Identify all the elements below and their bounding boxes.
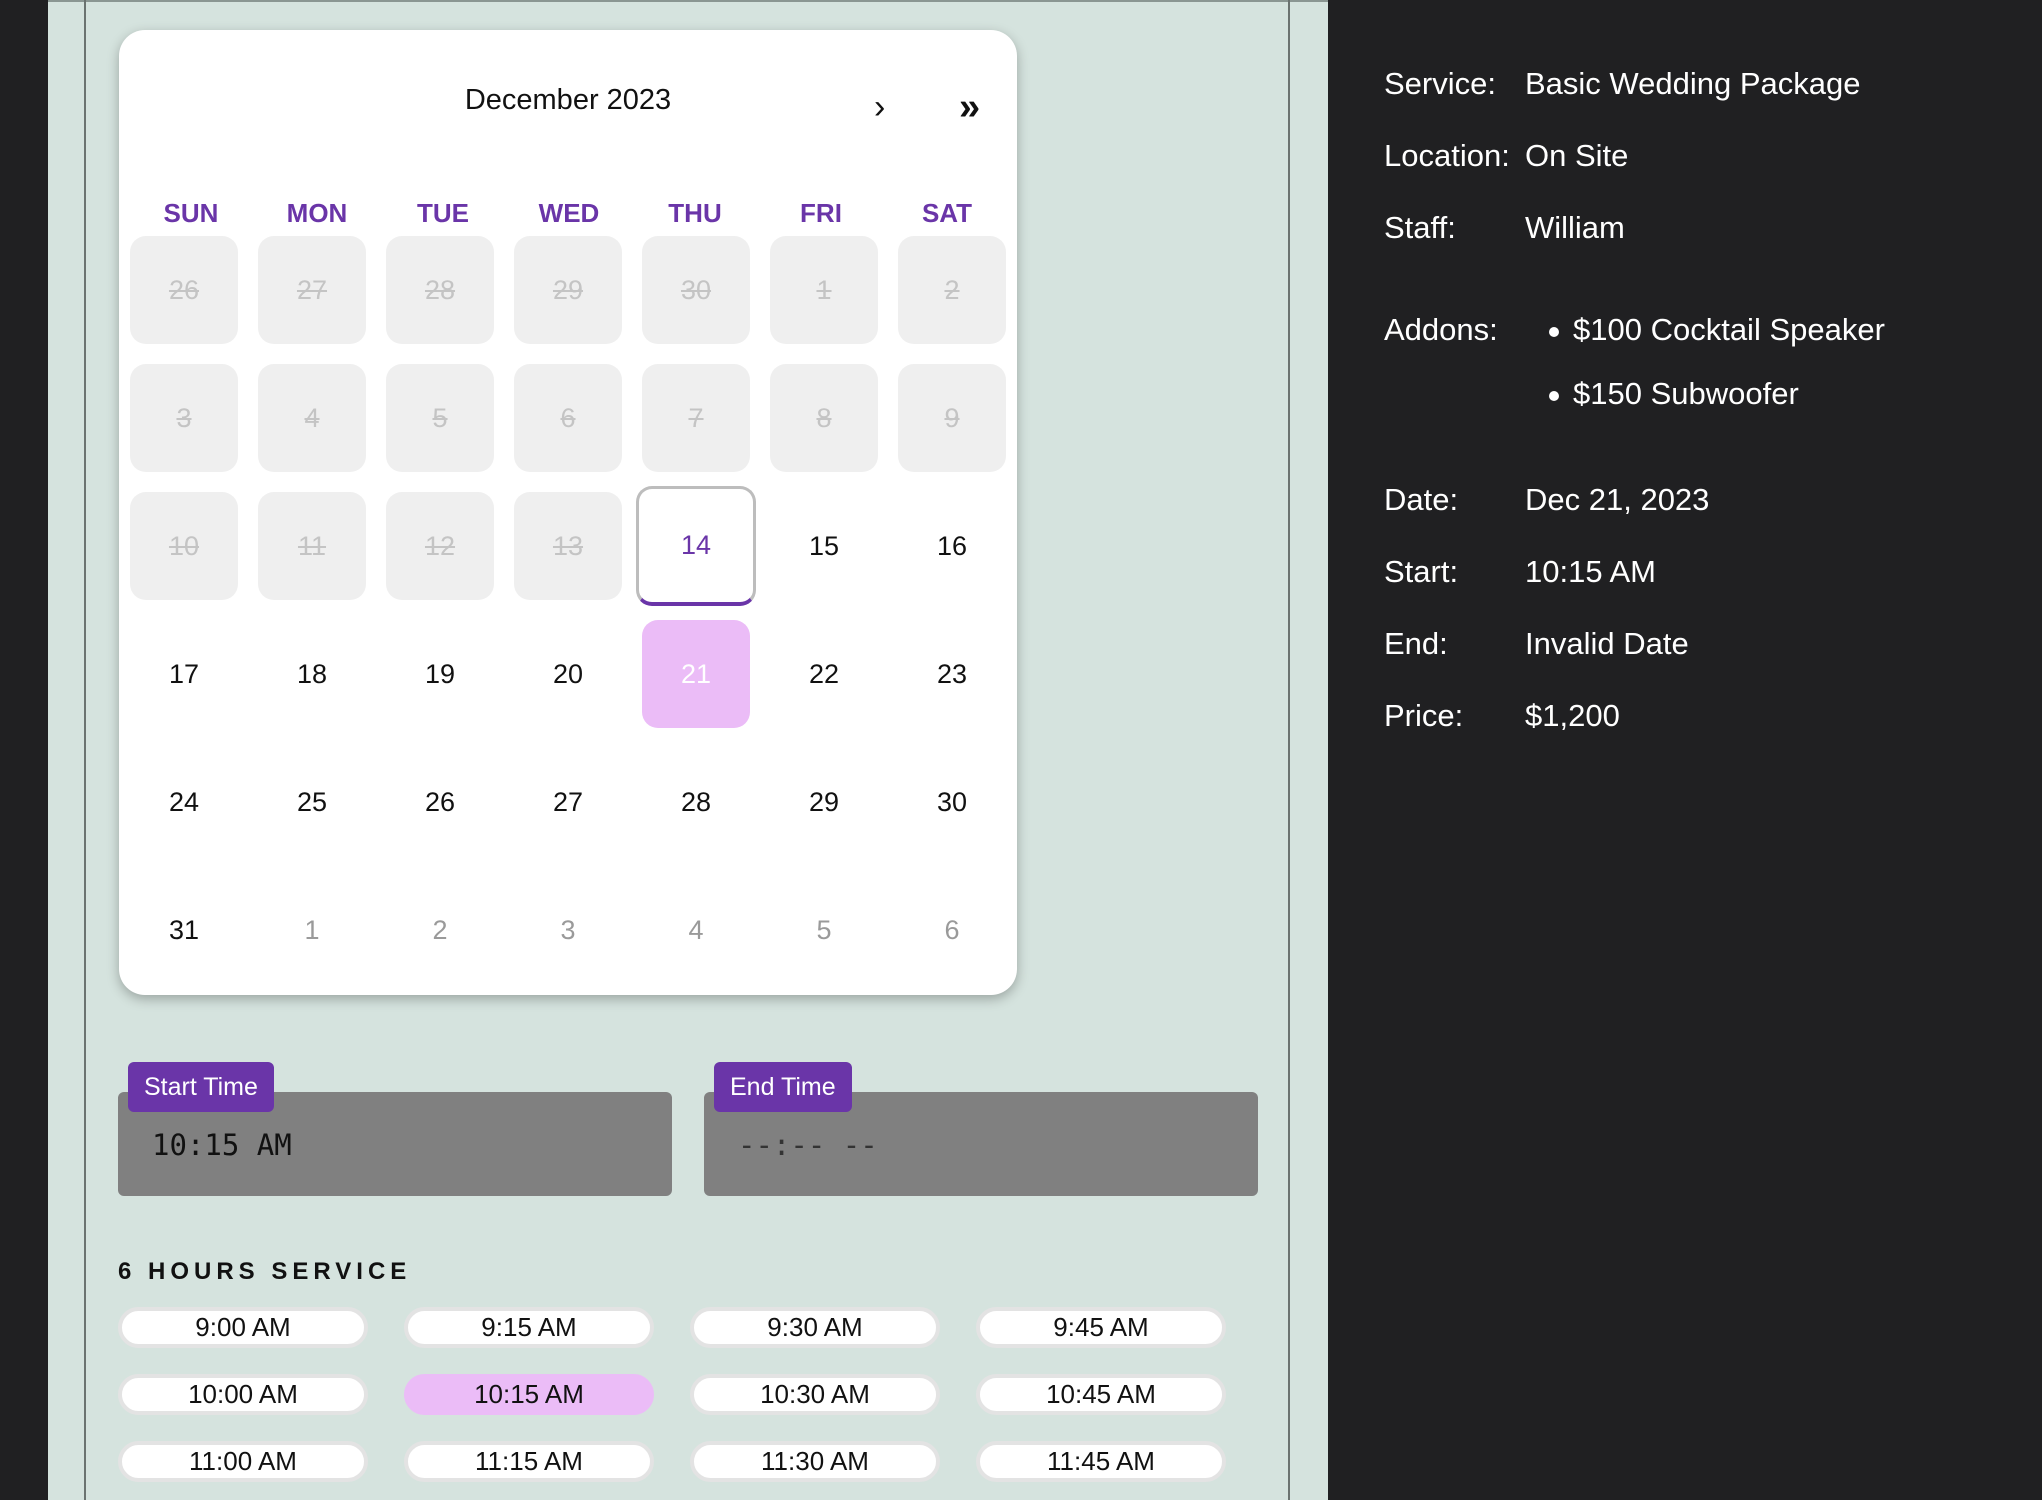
calendar-day[interactable]: 19 (386, 620, 494, 728)
weekday-thu: THU (668, 198, 722, 228)
calendar: December 2023 › » SUN MON TUE WED THU FR… (119, 30, 1017, 995)
calendar-day: 3 (130, 364, 238, 472)
time-slot-button[interactable]: 10:00 AM (118, 1374, 368, 1415)
end-label: End: (1384, 626, 1448, 661)
service-value: Basic Wedding Package (1525, 66, 1861, 101)
calendar-day-next-month[interactable]: 5 (770, 876, 878, 984)
calendar-day[interactable]: 20 (514, 620, 622, 728)
calendar-day: 7 (642, 364, 750, 472)
time-slot-button[interactable]: 10:30 AM (690, 1374, 940, 1415)
end-value: Invalid Date (1525, 626, 1689, 661)
calendar-day: 29 (514, 236, 622, 344)
calendar-day-selected[interactable]: 21 (642, 620, 750, 728)
calendar-day-next-month[interactable]: 6 (898, 876, 1006, 984)
addon-text: $150 Subwoofer (1573, 376, 1799, 411)
price-value: $1,200 (1525, 698, 1620, 733)
calendar-day: 27 (258, 236, 366, 344)
calendar-day[interactable]: 25 (258, 748, 366, 856)
time-slot-button[interactable]: 11:15 AM (404, 1441, 654, 1482)
time-slot-button[interactable]: 9:00 AM (118, 1307, 368, 1348)
left-dark-strip (0, 0, 48, 1500)
service-label: Service: (1384, 66, 1496, 101)
calendar-day: 9 (898, 364, 1006, 472)
calendar-day[interactable]: 29 (770, 748, 878, 856)
panel-right-border (1288, 0, 1290, 1500)
start-time-value[interactable]: 10:15 AM (152, 1128, 292, 1162)
calendar-day[interactable]: 23 (898, 620, 1006, 728)
calendar-day-next-month[interactable]: 4 (642, 876, 750, 984)
calendar-day[interactable]: 27 (514, 748, 622, 856)
calendar-day[interactable]: 24 (130, 748, 238, 856)
next-month-button[interactable]: › (874, 90, 885, 124)
panel-left-border (84, 0, 86, 1500)
calendar-day: 12 (386, 492, 494, 600)
calendar-day-next-month[interactable]: 2 (386, 876, 494, 984)
calendar-day-next-month[interactable]: 1 (258, 876, 366, 984)
time-slot-button[interactable]: 9:30 AM (690, 1307, 940, 1348)
calendar-day[interactable]: 22 (770, 620, 878, 728)
addons-label: Addons: (1384, 312, 1498, 347)
time-slot-button[interactable]: 9:45 AM (976, 1307, 1226, 1348)
bullet-icon (1549, 326, 1559, 337)
staff-label: Staff: (1384, 210, 1456, 245)
time-slot-button-selected[interactable]: 10:15 AM (404, 1374, 654, 1415)
start-time-label: Start Time (128, 1062, 274, 1112)
location-label: Location: (1384, 138, 1510, 173)
calendar-day: 26 (130, 236, 238, 344)
weekday-mon: MON (286, 198, 348, 228)
weekday-fri: FRI (800, 198, 842, 228)
time-slot-button[interactable]: 11:00 AM (118, 1441, 368, 1482)
calendar-day: 1 (770, 236, 878, 344)
calendar-day[interactable]: 15 (770, 492, 878, 600)
calendar-day[interactable]: 26 (386, 748, 494, 856)
calendar-day[interactable]: 31 (130, 876, 238, 984)
time-slot-grid: 9:00 AM 9:15 AM 9:30 AM 9:45 AM 10:00 AM… (118, 1307, 1226, 1482)
time-slot-button[interactable]: 11:30 AM (690, 1441, 940, 1482)
calendar-days-grid: 26 27 28 29 30 1 2 3 4 5 6 7 8 9 10 11 1… (130, 236, 1008, 984)
staff-value: William (1525, 210, 1625, 245)
calendar-day: 28 (386, 236, 494, 344)
end-time-value[interactable]: --:-- -- (738, 1128, 878, 1162)
end-time-label: End Time (714, 1062, 852, 1112)
calendar-day[interactable]: 28 (642, 748, 750, 856)
addon-item: $100 Cocktail Speaker (1549, 312, 1885, 348)
calendar-day: 2 (898, 236, 1006, 344)
time-slot-button[interactable]: 9:15 AM (404, 1307, 654, 1348)
weekday-sat: SAT (921, 198, 973, 228)
calendar-day-next-month[interactable]: 3 (514, 876, 622, 984)
weekday-sun: SUN (163, 198, 219, 228)
top-divider (48, 0, 1328, 2)
addon-text: $100 Cocktail Speaker (1573, 312, 1885, 347)
calendar-day: 4 (258, 364, 366, 472)
weekday-wed: WED (538, 198, 600, 228)
calendar-day: 10 (130, 492, 238, 600)
calendar-day[interactable]: 30 (898, 748, 1006, 856)
calendar-day: 5 (386, 364, 494, 472)
weekday-header: SUN MON TUE WED THU FRI SAT (128, 198, 1010, 229)
time-slot-button[interactable]: 11:45 AM (976, 1441, 1226, 1482)
calendar-day[interactable]: 18 (258, 620, 366, 728)
start-value: 10:15 AM (1525, 554, 1656, 589)
service-heading: 6 HOURS SERVICE (118, 1258, 412, 1285)
next-year-button[interactable]: » (959, 88, 980, 126)
addon-item: $150 Subwoofer (1549, 376, 1799, 412)
calendar-day: 11 (258, 492, 366, 600)
calendar-day[interactable]: 17 (130, 620, 238, 728)
calendar-day: 6 (514, 364, 622, 472)
date-value: Dec 21, 2023 (1525, 482, 1710, 517)
location-value: On Site (1525, 138, 1629, 173)
calendar-day: 30 (642, 236, 750, 344)
calendar-day: 8 (770, 364, 878, 472)
bullet-icon (1549, 390, 1559, 401)
calendar-day-today[interactable]: 14 (636, 486, 756, 606)
calendar-day[interactable]: 16 (898, 492, 1006, 600)
calendar-day: 13 (514, 492, 622, 600)
start-label: Start: (1384, 554, 1459, 589)
price-label: Price: (1384, 698, 1464, 733)
date-label: Date: (1384, 482, 1459, 517)
time-slot-button[interactable]: 10:45 AM (976, 1374, 1226, 1415)
weekday-tue: TUE (417, 198, 469, 228)
